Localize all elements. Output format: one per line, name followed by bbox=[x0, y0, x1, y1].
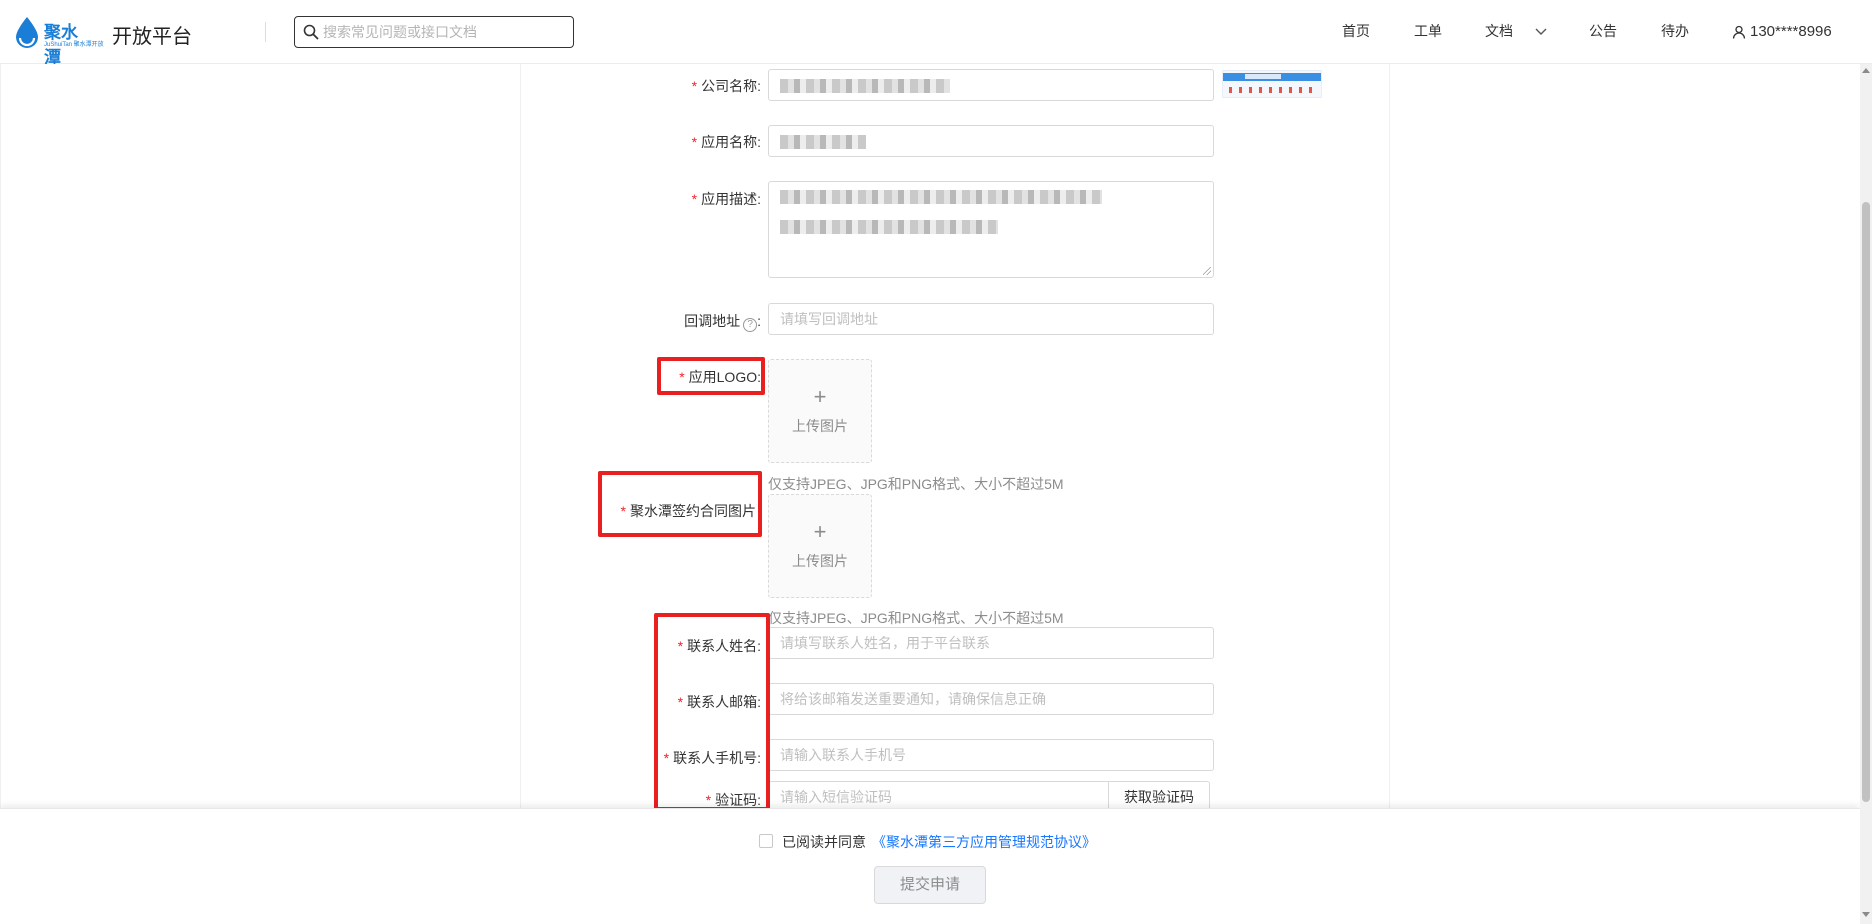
app-desc-textarea[interactable] bbox=[768, 181, 1214, 278]
scroll-down-arrow-icon[interactable] bbox=[1862, 912, 1870, 917]
logo-upload-hint: 仅支持JPEG、JPG和PNG格式、大小不超过5M bbox=[768, 476, 1064, 492]
user-account[interactable]: 130****8996 bbox=[1750, 23, 1832, 40]
company-thumbnail bbox=[1222, 70, 1322, 98]
plus-icon: + bbox=[813, 519, 827, 544]
plus-icon: + bbox=[813, 384, 827, 409]
highlight-box-logo bbox=[657, 357, 765, 395]
top-header: 聚水潭 JuShuiTan 聚水潭开放 开放平台 首页 工单 文档 公告 待办 … bbox=[0, 0, 1872, 67]
nav-home[interactable]: 首页 bbox=[1342, 21, 1370, 41]
logo-upload[interactable]: + 上传图片 bbox=[768, 359, 872, 463]
callback-input[interactable]: 请填写回调地址 bbox=[768, 303, 1214, 335]
company-name-label: * 公司名称: bbox=[691, 78, 761, 94]
upload-text: 上传图片 bbox=[792, 553, 848, 569]
agreement-link[interactable]: 《聚水潭第三方应用管理规范协议》 bbox=[872, 832, 1096, 852]
agreement-text: 已阅读并同意 bbox=[782, 834, 866, 850]
nav-ticket[interactable]: 工单 bbox=[1414, 21, 1442, 41]
question-circle-icon[interactable]: ? bbox=[743, 318, 758, 332]
nav-todo[interactable]: 待办 bbox=[1661, 21, 1689, 41]
resize-handle[interactable] bbox=[1203, 267, 1211, 275]
redacted-text bbox=[780, 135, 866, 150]
nav-docs[interactable]: 文档 bbox=[1485, 21, 1513, 41]
redacted-text bbox=[780, 190, 1102, 205]
agreement-checkbox[interactable] bbox=[759, 834, 773, 848]
submit-button[interactable]: 提交申请 bbox=[874, 866, 986, 904]
highlight-box-contacts bbox=[654, 613, 770, 811]
scroll-up-arrow-icon[interactable] bbox=[1862, 68, 1870, 73]
contact-name-input[interactable]: 请填写联系人姓名，用于平台联系 bbox=[768, 627, 1214, 659]
logo-subtext: JuShuiTan 聚水潭开放 bbox=[44, 42, 104, 48]
platform-title: 开放平台 bbox=[112, 26, 192, 48]
app-name-label: * 应用名称: bbox=[691, 134, 761, 150]
water-drop-icon bbox=[16, 17, 38, 48]
upload-text: 上传图片 bbox=[792, 418, 848, 434]
redacted-text bbox=[780, 79, 950, 94]
header-divider bbox=[265, 22, 266, 42]
search-box[interactable] bbox=[294, 16, 574, 48]
chevron-down-icon[interactable] bbox=[1535, 28, 1547, 36]
search-input[interactable] bbox=[323, 21, 569, 43]
logo[interactable]: 聚水潭 JuShuiTan 聚水潭开放 bbox=[14, 14, 104, 67]
highlight-box-contract bbox=[598, 471, 762, 537]
search-icon bbox=[303, 24, 319, 40]
nav-announcements[interactable]: 公告 bbox=[1589, 21, 1617, 41]
left-border bbox=[0, 64, 1, 808]
contract-upload[interactable]: + 上传图片 bbox=[768, 494, 872, 598]
redacted-text bbox=[780, 220, 998, 235]
user-icon[interactable] bbox=[1732, 25, 1746, 39]
contact-phone-input[interactable]: 请输入联系人手机号 bbox=[768, 739, 1214, 771]
callback-label: 回调地址?: bbox=[684, 313, 761, 332]
contact-email-input[interactable]: 将给该邮箱发送重要通知，请确保信息正确 bbox=[768, 683, 1214, 715]
company-name-input[interactable] bbox=[768, 69, 1214, 101]
contract-upload-hint: 仅支持JPEG、JPG和PNG格式、大小不超过5M bbox=[768, 610, 1064, 626]
scrollbar-thumb[interactable] bbox=[1862, 202, 1870, 802]
app-desc-label: * 应用描述: bbox=[691, 191, 761, 207]
app-name-input[interactable] bbox=[768, 125, 1214, 157]
